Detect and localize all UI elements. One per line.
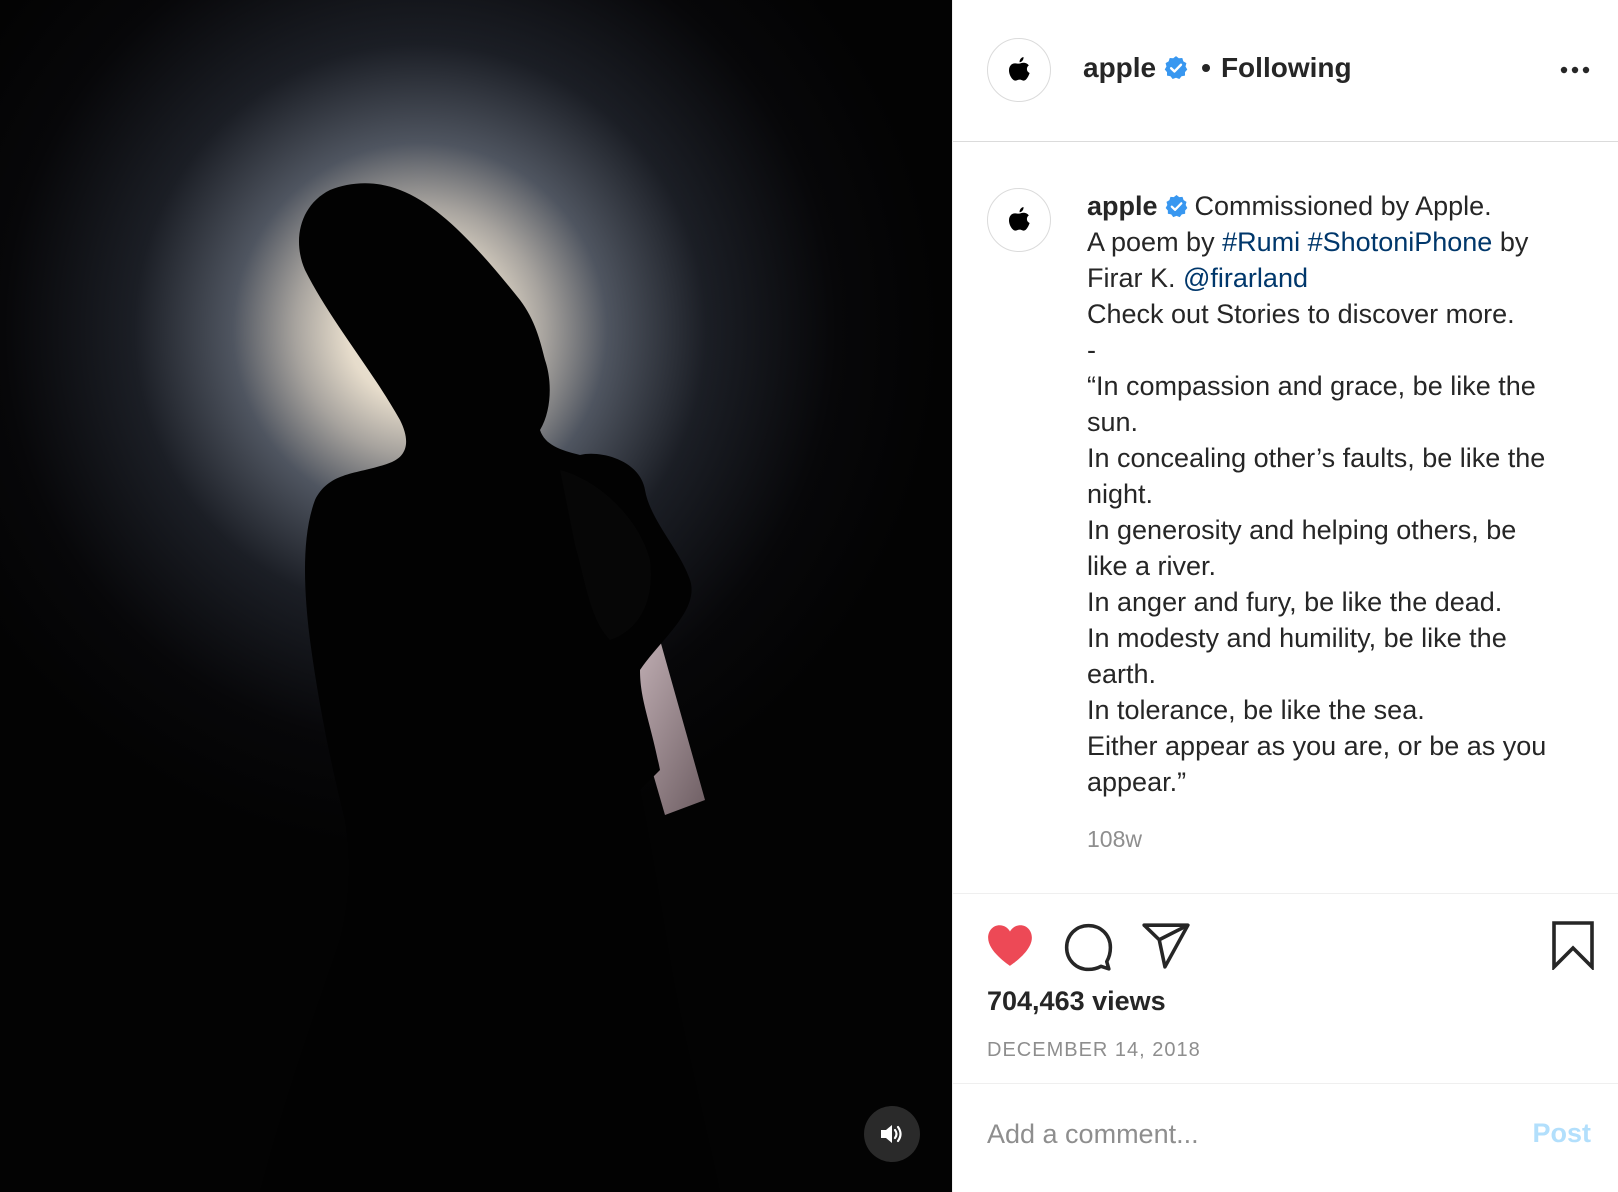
header-user-info: apple • Following [1083, 48, 1352, 88]
like-button[interactable] [985, 922, 1035, 973]
share-icon [1142, 923, 1190, 969]
following-button[interactable]: Following [1221, 48, 1352, 88]
silhouette-image [0, 0, 952, 1192]
caption-text-segment: Commissioned by Apple. [1194, 191, 1492, 221]
caption-text: apple Commissioned by Apple. A poem by #… [1087, 188, 1597, 800]
caption-text-segment: In generosity and helping others, be [1087, 515, 1517, 545]
caption-text-segment: earth. [1087, 659, 1157, 689]
heart-icon [988, 925, 1032, 966]
username-link[interactable]: apple [1083, 48, 1156, 88]
more-options-button[interactable] [1557, 60, 1593, 80]
comment-icon [1064, 923, 1113, 972]
caption-first-line: apple Commissioned by Apple. [1087, 188, 1597, 224]
post-date: DECEMBER 14, 2018 [987, 1039, 1201, 1061]
caption-text-segment: In modesty and humility, be like the [1087, 623, 1507, 653]
caption-line: Check out Stories to discover more. [1087, 296, 1597, 332]
caption-text-segment: night. [1087, 479, 1154, 509]
verified-badge-icon [1163, 55, 1189, 81]
caption-text-segment [1300, 227, 1308, 257]
share-button[interactable] [1141, 922, 1191, 975]
caption-line: night. [1087, 476, 1597, 512]
caption-text-segment: Check out Stories to discover more. [1087, 299, 1515, 329]
caption-line: like a river. [1087, 548, 1597, 584]
post-time-ago[interactable]: 108w [1087, 826, 1142, 853]
caption-text-segment: In anger and fury, be like the dead. [1087, 587, 1503, 617]
caption-line: Firar K. @firarland [1087, 260, 1597, 296]
caption-line: earth. [1087, 656, 1597, 692]
caption-avatar[interactable] [987, 188, 1051, 252]
avatar[interactable] [987, 38, 1051, 102]
speaker-icon [881, 1125, 902, 1143]
caption-text-segment: In tolerance, be like the sea. [1087, 695, 1425, 725]
caption-text-segment: “In compassion and grace, be like the [1087, 371, 1536, 401]
verified-badge-icon [1164, 194, 1189, 219]
caption-text-segment: Either appear as you are, or be as you [1087, 731, 1547, 761]
post-comment-button[interactable]: Post [1532, 1118, 1591, 1149]
caption-text-segment: Firar K. [1087, 263, 1184, 293]
hashtag-link[interactable]: #Rumi [1222, 227, 1300, 257]
caption-line: - [1087, 332, 1597, 368]
caption-section: apple Commissioned by Apple. A poem by #… [953, 142, 1618, 894]
caption-line: appear.” [1087, 764, 1597, 800]
caption-text-segment: A poem by [1087, 227, 1223, 257]
sound-toggle-button[interactable] [864, 1106, 920, 1162]
caption-text-segment: sun. [1087, 407, 1139, 437]
post-actions: 704,463 views DECEMBER 14, 2018 [953, 894, 1618, 1084]
comment-input[interactable] [987, 1112, 1487, 1156]
caption-text-segment: appear.” [1087, 767, 1187, 797]
mention-link[interactable]: @firarland [1183, 263, 1308, 293]
caption-text-segment: like a river. [1087, 551, 1217, 581]
caption-text-segment: - [1087, 335, 1096, 365]
caption-line: Commissioned by Apple. [1195, 191, 1492, 221]
separator-dot: • [1201, 52, 1211, 83]
caption-line: In modesty and humility, be like the [1087, 620, 1597, 656]
more-options-icon [1560, 66, 1590, 74]
caption-line: sun. [1087, 404, 1597, 440]
apple-logo-icon [1009, 57, 1030, 81]
caption-line: In tolerance, be like the sea. [1087, 692, 1597, 728]
caption-username-link[interactable]: apple [1087, 191, 1158, 221]
comment-bar: Post [953, 1084, 1618, 1192]
save-button[interactable] [1551, 920, 1595, 975]
comment-button[interactable] [1063, 922, 1113, 977]
caption-line: In anger and fury, be like the dead. [1087, 584, 1597, 620]
view-count[interactable]: 704,463 views [987, 986, 1166, 1017]
bookmark-icon [1552, 921, 1594, 972]
post-details-panel: apple • Following apple Commissioned by … [952, 0, 1618, 1192]
post-header: apple • Following [953, 0, 1618, 142]
post-video[interactable] [0, 0, 952, 1192]
caption-text-segment: by [1492, 227, 1529, 257]
caption-line: A poem by #Rumi #ShotoniPhone by [1087, 224, 1597, 260]
caption-line: In concealing other’s faults, be like th… [1087, 440, 1597, 476]
caption-line: In generosity and helping others, be [1087, 512, 1597, 548]
caption-line: “In compassion and grace, be like the [1087, 368, 1597, 404]
hashtag-link[interactable]: #ShotoniPhone [1308, 227, 1493, 257]
caption-text-segment: In concealing other’s faults, be like th… [1087, 443, 1546, 473]
caption-line: Either appear as you are, or be as you [1087, 728, 1597, 764]
apple-logo-icon [1009, 207, 1030, 231]
